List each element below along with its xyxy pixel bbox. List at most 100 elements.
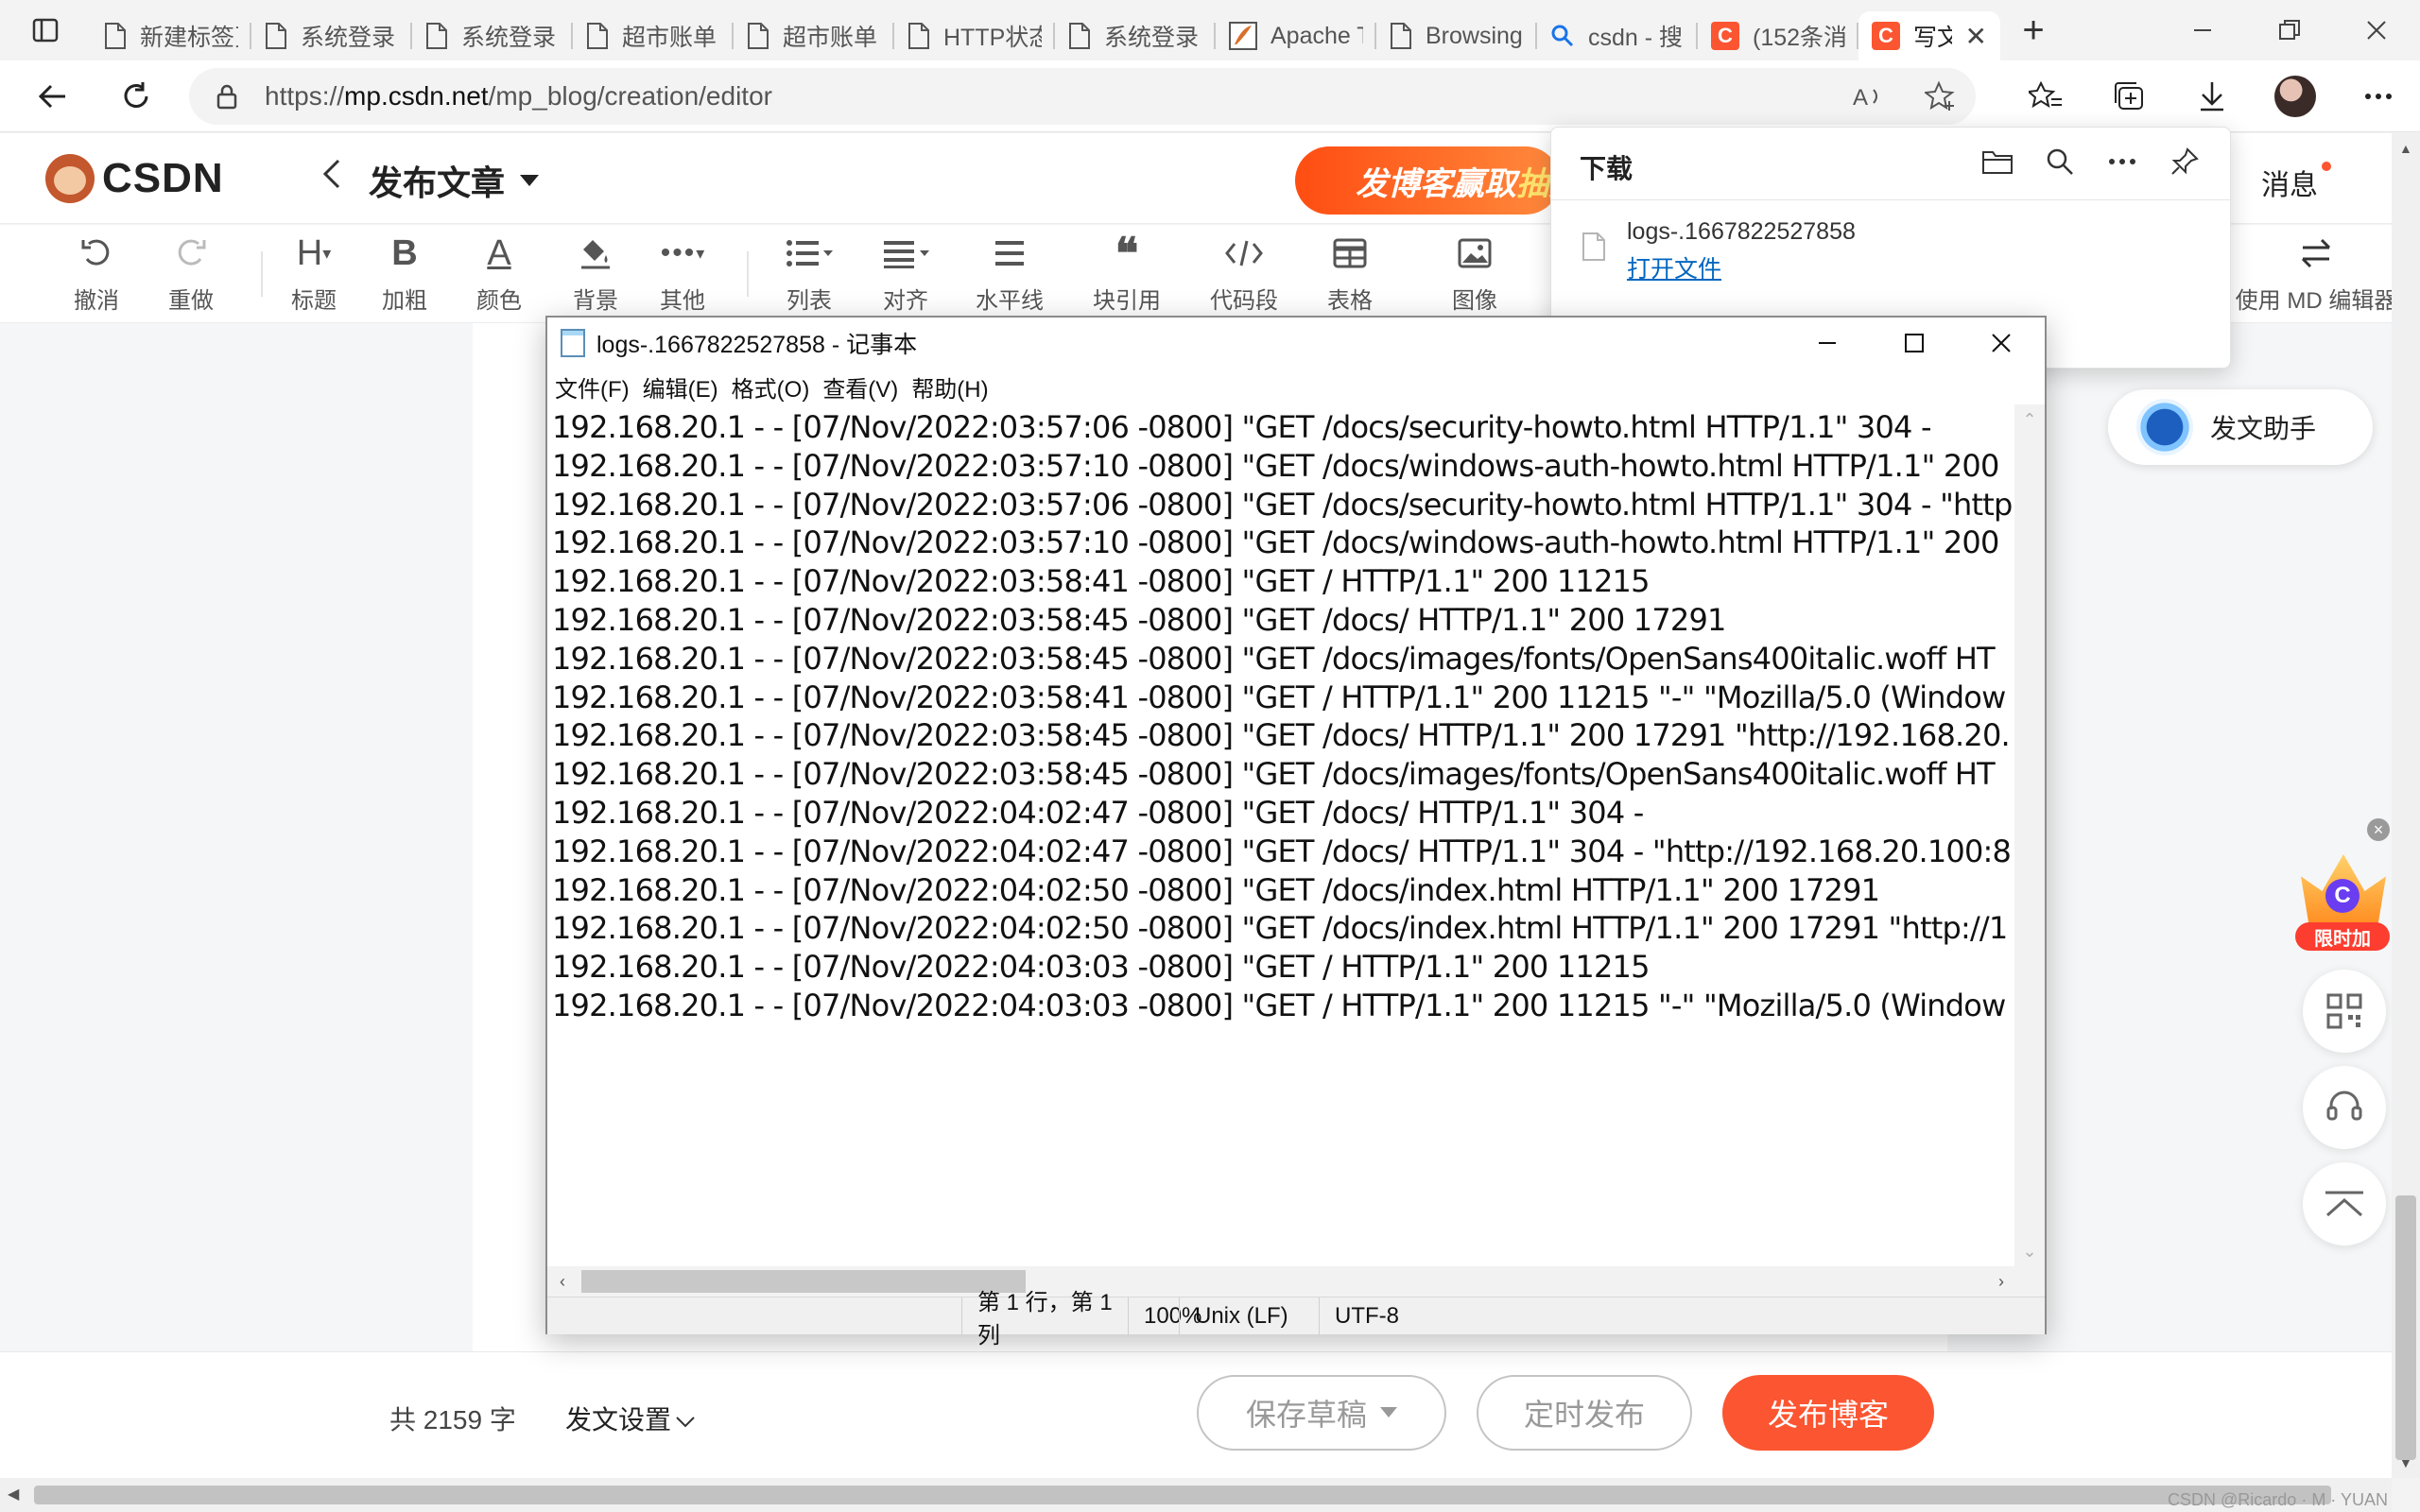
menu-format[interactable]: 格式(O) <box>732 370 810 404</box>
horizontal-rule-button[interactable]: 水平线 <box>962 232 1057 315</box>
page-title[interactable]: 发布文章 <box>369 156 540 205</box>
more-dots-icon <box>2365 94 2392 99</box>
blockquote-button[interactable]: ❝ 块引用 <box>1080 228 1174 315</box>
favorites-button[interactable] <box>2004 60 2087 132</box>
pin-downloads-button[interactable] <box>2168 145 2202 179</box>
notepad-maximize-button[interactable] <box>1871 318 1958 369</box>
messages-link[interactable]: 消息 <box>2261 162 2318 203</box>
open-file-link[interactable]: 打开文件 <box>1627 250 1721 284</box>
menu-file[interactable]: 文件(F) <box>555 370 630 404</box>
refresh-button[interactable] <box>95 60 178 132</box>
notepad-titlebar[interactable]: logs-.1667822527858 - 记事本 <box>547 318 2045 369</box>
address-bar[interactable]: https://mp.csdn.net/mp_blog/creation/edi… <box>189 68 1976 125</box>
browser-tab[interactable]: C (152条消 <box>1698 11 1858 60</box>
undo-button[interactable]: 撤消 <box>49 232 144 315</box>
scroll-right-arrow-icon[interactable]: › <box>1986 1266 2016 1297</box>
headset-icon <box>2326 1091 2362 1121</box>
notepad-horizontal-scrollbar[interactable]: ‹ › <box>547 1266 2016 1297</box>
profile-button[interactable] <box>2254 60 2337 132</box>
notepad-vertical-scrollbar[interactable]: ⌃ ⌄ <box>2014 404 2045 1266</box>
list-button[interactable]: 列表 <box>762 232 856 315</box>
tab-actions-button[interactable] <box>0 0 91 60</box>
schedule-publish-button[interactable]: 定时发布 <box>1477 1375 1692 1451</box>
pin-icon <box>2171 147 2199 175</box>
minimize-button[interactable] <box>2159 0 2246 60</box>
promo-banner[interactable]: 发博客赢取抽奖 <box>1295 146 1560 215</box>
save-draft-button[interactable]: 保存草稿 <box>1197 1375 1446 1451</box>
close-window-button[interactable] <box>2333 0 2420 60</box>
code-label: 代码段 <box>1210 288 1278 314</box>
collections-button[interactable] <box>2087 60 2170 132</box>
heading-button[interactable]: H ▾ 标题 <box>267 232 361 315</box>
settings-more-button[interactable] <box>2337 60 2420 132</box>
browser-tab[interactable]: C 写文 ✕ <box>1858 11 2000 60</box>
downloads-button[interactable] <box>2170 60 2254 132</box>
tab-label: csdn - 搜 <box>1588 25 1684 51</box>
browser-tab[interactable]: HTTP状态 <box>894 11 1055 60</box>
browser-tab[interactable]: 系统登录 <box>412 11 573 60</box>
post-settings-dropdown[interactable]: 发文设置 <box>565 1400 696 1437</box>
notepad-text-area[interactable]: 192.168.20.1 - - [07/Nov/2022:03:57:06 -… <box>547 404 2016 1266</box>
back-button[interactable] <box>11 60 95 132</box>
background-color-button[interactable]: 背景 <box>548 232 643 315</box>
back-to-top-button[interactable] <box>2303 1162 2386 1246</box>
vip-promo-badge[interactable]: C 限时加 <box>2291 841 2392 954</box>
search-downloads-button[interactable] <box>2043 145 2077 179</box>
downloads-more-button[interactable] <box>2105 145 2139 179</box>
table-button[interactable]: 表格 <box>1303 232 1397 315</box>
collections-icon <box>2115 82 2143 110</box>
vip-close-button[interactable]: × <box>2367 818 2390 841</box>
log-line: 192.168.20.1 - - [07/Nov/2022:03:58:41 -… <box>552 679 2006 715</box>
scroll-down-arrow-icon[interactable]: ⌄ <box>2014 1236 2045 1266</box>
avatar <box>2274 76 2316 117</box>
notepad-minimize-button[interactable] <box>1784 318 1871 369</box>
page-horizontal-scrollbar[interactable]: ◀ CSDN @Ricardo · M · YUAN <box>0 1478 2392 1512</box>
heading-label: 标题 <box>291 288 337 314</box>
browser-tab[interactable]: 新建标签页 <box>91 11 251 60</box>
browser-tab[interactable]: Apache T <box>1216 11 1376 60</box>
other-button[interactable]: ••• ▾ 其他 <box>635 232 730 315</box>
font-color-button[interactable]: A 颜色 <box>452 232 546 315</box>
csdn-c-icon: C <box>1711 22 1739 50</box>
tab-close-button[interactable]: ✕ <box>1965 21 1987 52</box>
download-icon <box>2201 82 2223 112</box>
align-button[interactable]: 对齐 <box>858 232 953 315</box>
bold-button[interactable]: B 加粗 <box>357 232 452 315</box>
menu-help[interactable]: 帮助(H) <box>911 370 988 404</box>
caret-down-icon <box>1380 1407 1397 1418</box>
image-button[interactable]: 图像 <box>1427 232 1522 315</box>
menu-view[interactable]: 查看(V) <box>822 370 898 404</box>
header-back-button[interactable] <box>321 158 342 198</box>
browser-tab[interactable]: 系统登录 <box>251 11 412 60</box>
browser-tab[interactable]: 系统登录 <box>1055 11 1216 60</box>
writing-assistant-button[interactable]: 发文助手 <box>2108 389 2373 465</box>
browser-tab[interactable]: 超市账单 <box>573 11 734 60</box>
browser-tab[interactable]: csdn - 搜 <box>1537 11 1698 60</box>
image-icon <box>1458 238 1492 268</box>
md-editor-toggle[interactable]: 使用 MD 编辑器 <box>2231 232 2401 315</box>
publish-blog-button[interactable]: 发布博客 <box>1722 1375 1934 1451</box>
scroll-left-arrow-icon[interactable]: ‹ <box>547 1266 578 1297</box>
open-downloads-folder-button[interactable] <box>1980 145 2014 179</box>
code-block-button[interactable]: 代码段 <box>1197 232 1291 315</box>
page-vertical-scroll-thumb[interactable] <box>2395 1195 2416 1460</box>
search-icon <box>2047 148 2073 175</box>
new-tab-button[interactable]: + <box>2000 0 2066 60</box>
menu-edit[interactable]: 编辑(E) <box>643 370 718 404</box>
browser-tab[interactable]: 超市账单 <box>734 11 894 60</box>
add-favorite-icon[interactable] <box>1925 80 1957 112</box>
csdn-logo[interactable]: CSDN <box>45 154 224 203</box>
browser-tab[interactable]: Browsing <box>1376 11 1537 60</box>
scroll-up-arrow-icon[interactable]: ⌃ <box>2014 404 2045 435</box>
notepad-close-button[interactable] <box>1958 318 2045 369</box>
page-vertical-scrollbar[interactable]: ▲ ▼ <box>2392 133 2420 1478</box>
restore-button[interactable] <box>2246 0 2333 60</box>
notepad-horizontal-scroll-thumb[interactable] <box>581 1270 1026 1293</box>
customer-service-button[interactable] <box>2303 1066 2386 1149</box>
redo-button[interactable]: 重做 <box>144 232 238 315</box>
page-horizontal-scroll-thumb[interactable] <box>34 1486 2331 1504</box>
qr-code-button[interactable] <box>2303 970 2386 1053</box>
read-aloud-icon[interactable]: A <box>1851 82 1883 111</box>
bottom-action-bar: 共 2159 字 发文设置 保存草稿 定时发布 发布博客 <box>0 1351 2392 1478</box>
tab-label: 写文 <box>1913 25 1952 51</box>
